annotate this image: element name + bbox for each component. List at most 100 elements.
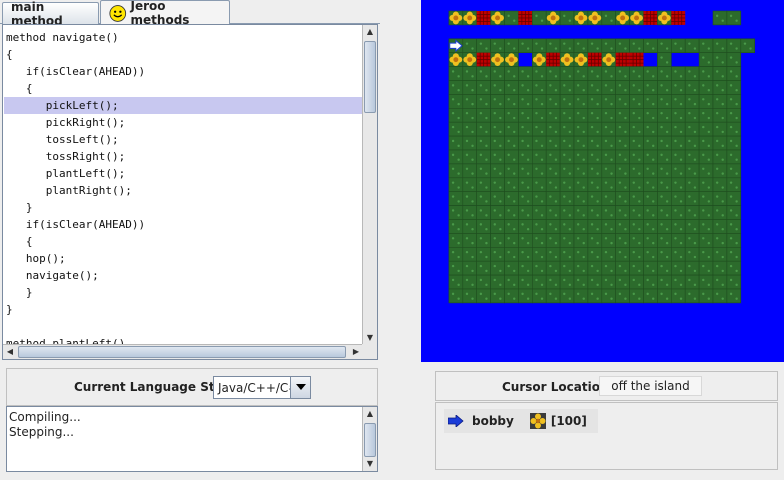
grass-cell[interactable] — [559, 247, 575, 262]
grass-cell[interactable] — [684, 177, 700, 193]
grass-cell[interactable] — [615, 94, 630, 109]
grass-cell[interactable] — [615, 66, 630, 81]
grass-cell[interactable] — [726, 247, 742, 262]
grass-cell[interactable] — [545, 149, 561, 165]
flower-cell[interactable] — [448, 52, 464, 67]
grass-cell[interactable] — [573, 177, 589, 193]
grass-cell[interactable] — [615, 260, 630, 276]
grass-cell[interactable] — [615, 274, 630, 290]
grass-cell[interactable] — [629, 260, 644, 276]
grass-cell[interactable] — [448, 219, 464, 234]
grass-cell[interactable] — [684, 260, 700, 276]
grass-cell[interactable] — [671, 191, 686, 206]
grass-cell[interactable] — [657, 274, 672, 290]
grass-cell[interactable] — [629, 274, 644, 290]
code-line[interactable]: { — [4, 80, 362, 97]
island-map[interactable] — [421, 0, 784, 362]
code-line[interactable]: pickLeft(); — [4, 97, 362, 114]
grass-cell[interactable] — [448, 80, 464, 95]
grass-cell[interactable] — [657, 163, 672, 179]
scroll-up-arrow-icon[interactable]: ▲ — [363, 407, 377, 421]
grass-cell[interactable] — [545, 274, 561, 290]
code-editor[interactable]: method navigate(){ if(isClear(AHEAD)) { … — [2, 24, 378, 360]
grass-cell[interactable] — [587, 274, 603, 290]
grass-cell[interactable] — [532, 274, 547, 290]
grass-cell[interactable] — [698, 38, 714, 53]
grass-cell[interactable] — [462, 260, 477, 276]
grass-cell[interactable] — [587, 94, 603, 109]
grass-cell[interactable] — [657, 108, 672, 123]
grass-cell[interactable] — [712, 66, 728, 81]
grass-cell[interactable] — [504, 38, 519, 53]
grass-cell[interactable] — [462, 288, 477, 304]
grass-cell[interactable] — [545, 205, 561, 220]
grass-cell[interactable] — [559, 66, 575, 81]
grass-cell[interactable] — [504, 205, 519, 220]
grass-cell[interactable] — [712, 163, 728, 179]
grass-cell[interactable] — [545, 288, 561, 304]
grass-cell[interactable] — [643, 260, 658, 276]
grass-cell[interactable] — [671, 94, 686, 109]
grass-cell[interactable] — [545, 80, 561, 95]
grass-cell[interactable] — [587, 66, 603, 81]
grass-cell[interactable] — [559, 38, 575, 53]
grass-cell[interactable] — [559, 274, 575, 290]
grass-cell[interactable] — [698, 260, 714, 276]
grass-cell[interactable] — [448, 233, 464, 248]
grass-cell[interactable] — [476, 121, 491, 137]
grass-cell[interactable] — [518, 135, 533, 151]
grass-cell[interactable] — [462, 233, 477, 248]
net-cell[interactable] — [476, 11, 491, 25]
grass-cell[interactable] — [573, 260, 589, 276]
grass-cell[interactable] — [573, 80, 589, 95]
grass-cell[interactable] — [462, 121, 477, 137]
grass-cell[interactable] — [657, 191, 672, 206]
scroll-down-arrow-icon[interactable]: ▼ — [363, 331, 377, 345]
grass-cell[interactable] — [504, 247, 519, 262]
grass-cell[interactable] — [698, 233, 714, 248]
scroll-up-arrow-icon[interactable]: ▲ — [363, 25, 377, 39]
grass-cell[interactable] — [532, 233, 547, 248]
grass-cell[interactable] — [559, 94, 575, 109]
code-line[interactable]: if(isClear(AHEAD)) — [4, 216, 362, 233]
grass-cell[interactable] — [615, 163, 630, 179]
grass-cell[interactable] — [657, 260, 672, 276]
flower-cell[interactable] — [504, 52, 519, 67]
grass-cell[interactable] — [601, 219, 617, 234]
grass-cell[interactable] — [545, 247, 561, 262]
grass-cell[interactable] — [532, 121, 547, 137]
grass-cell[interactable] — [518, 121, 533, 137]
grass-cell[interactable] — [587, 191, 603, 206]
grass-cell[interactable] — [684, 219, 700, 234]
grass-cell[interactable] — [726, 191, 742, 206]
grass-cell[interactable] — [490, 260, 505, 276]
grass-cell[interactable] — [726, 10, 742, 26]
grass-cell[interactable] — [462, 108, 477, 123]
grass-cell[interactable] — [532, 94, 547, 109]
grass-cell[interactable] — [462, 135, 477, 151]
code-line[interactable]: tossRight(); — [4, 148, 362, 165]
grass-cell[interactable] — [448, 94, 464, 109]
grass-cell[interactable] — [601, 108, 617, 123]
grass-cell[interactable] — [671, 247, 686, 262]
grass-cell[interactable] — [601, 10, 617, 26]
grass-cell[interactable] — [629, 288, 644, 304]
grass-cell[interactable] — [532, 149, 547, 165]
grass-cell[interactable] — [684, 163, 700, 179]
grass-cell[interactable] — [601, 135, 617, 151]
grass-cell[interactable] — [726, 177, 742, 193]
grass-cell[interactable] — [643, 121, 658, 137]
grass-cell[interactable] — [573, 38, 589, 53]
code-area[interactable]: method navigate(){ if(isClear(AHEAD)) { … — [4, 29, 362, 352]
flower-cell[interactable] — [559, 52, 575, 67]
island-grid[interactable] — [421, 0, 784, 362]
message-console[interactable]: Compiling... Stepping... ▲ ▼ — [6, 406, 378, 472]
grass-cell[interactable] — [587, 135, 603, 151]
grass-cell[interactable] — [643, 66, 658, 81]
grass-cell[interactable] — [490, 191, 505, 206]
grass-cell[interactable] — [504, 94, 519, 109]
grass-cell[interactable] — [601, 149, 617, 165]
flower-cell[interactable] — [532, 52, 547, 67]
grass-cell[interactable] — [476, 219, 491, 234]
grass-cell[interactable] — [573, 149, 589, 165]
